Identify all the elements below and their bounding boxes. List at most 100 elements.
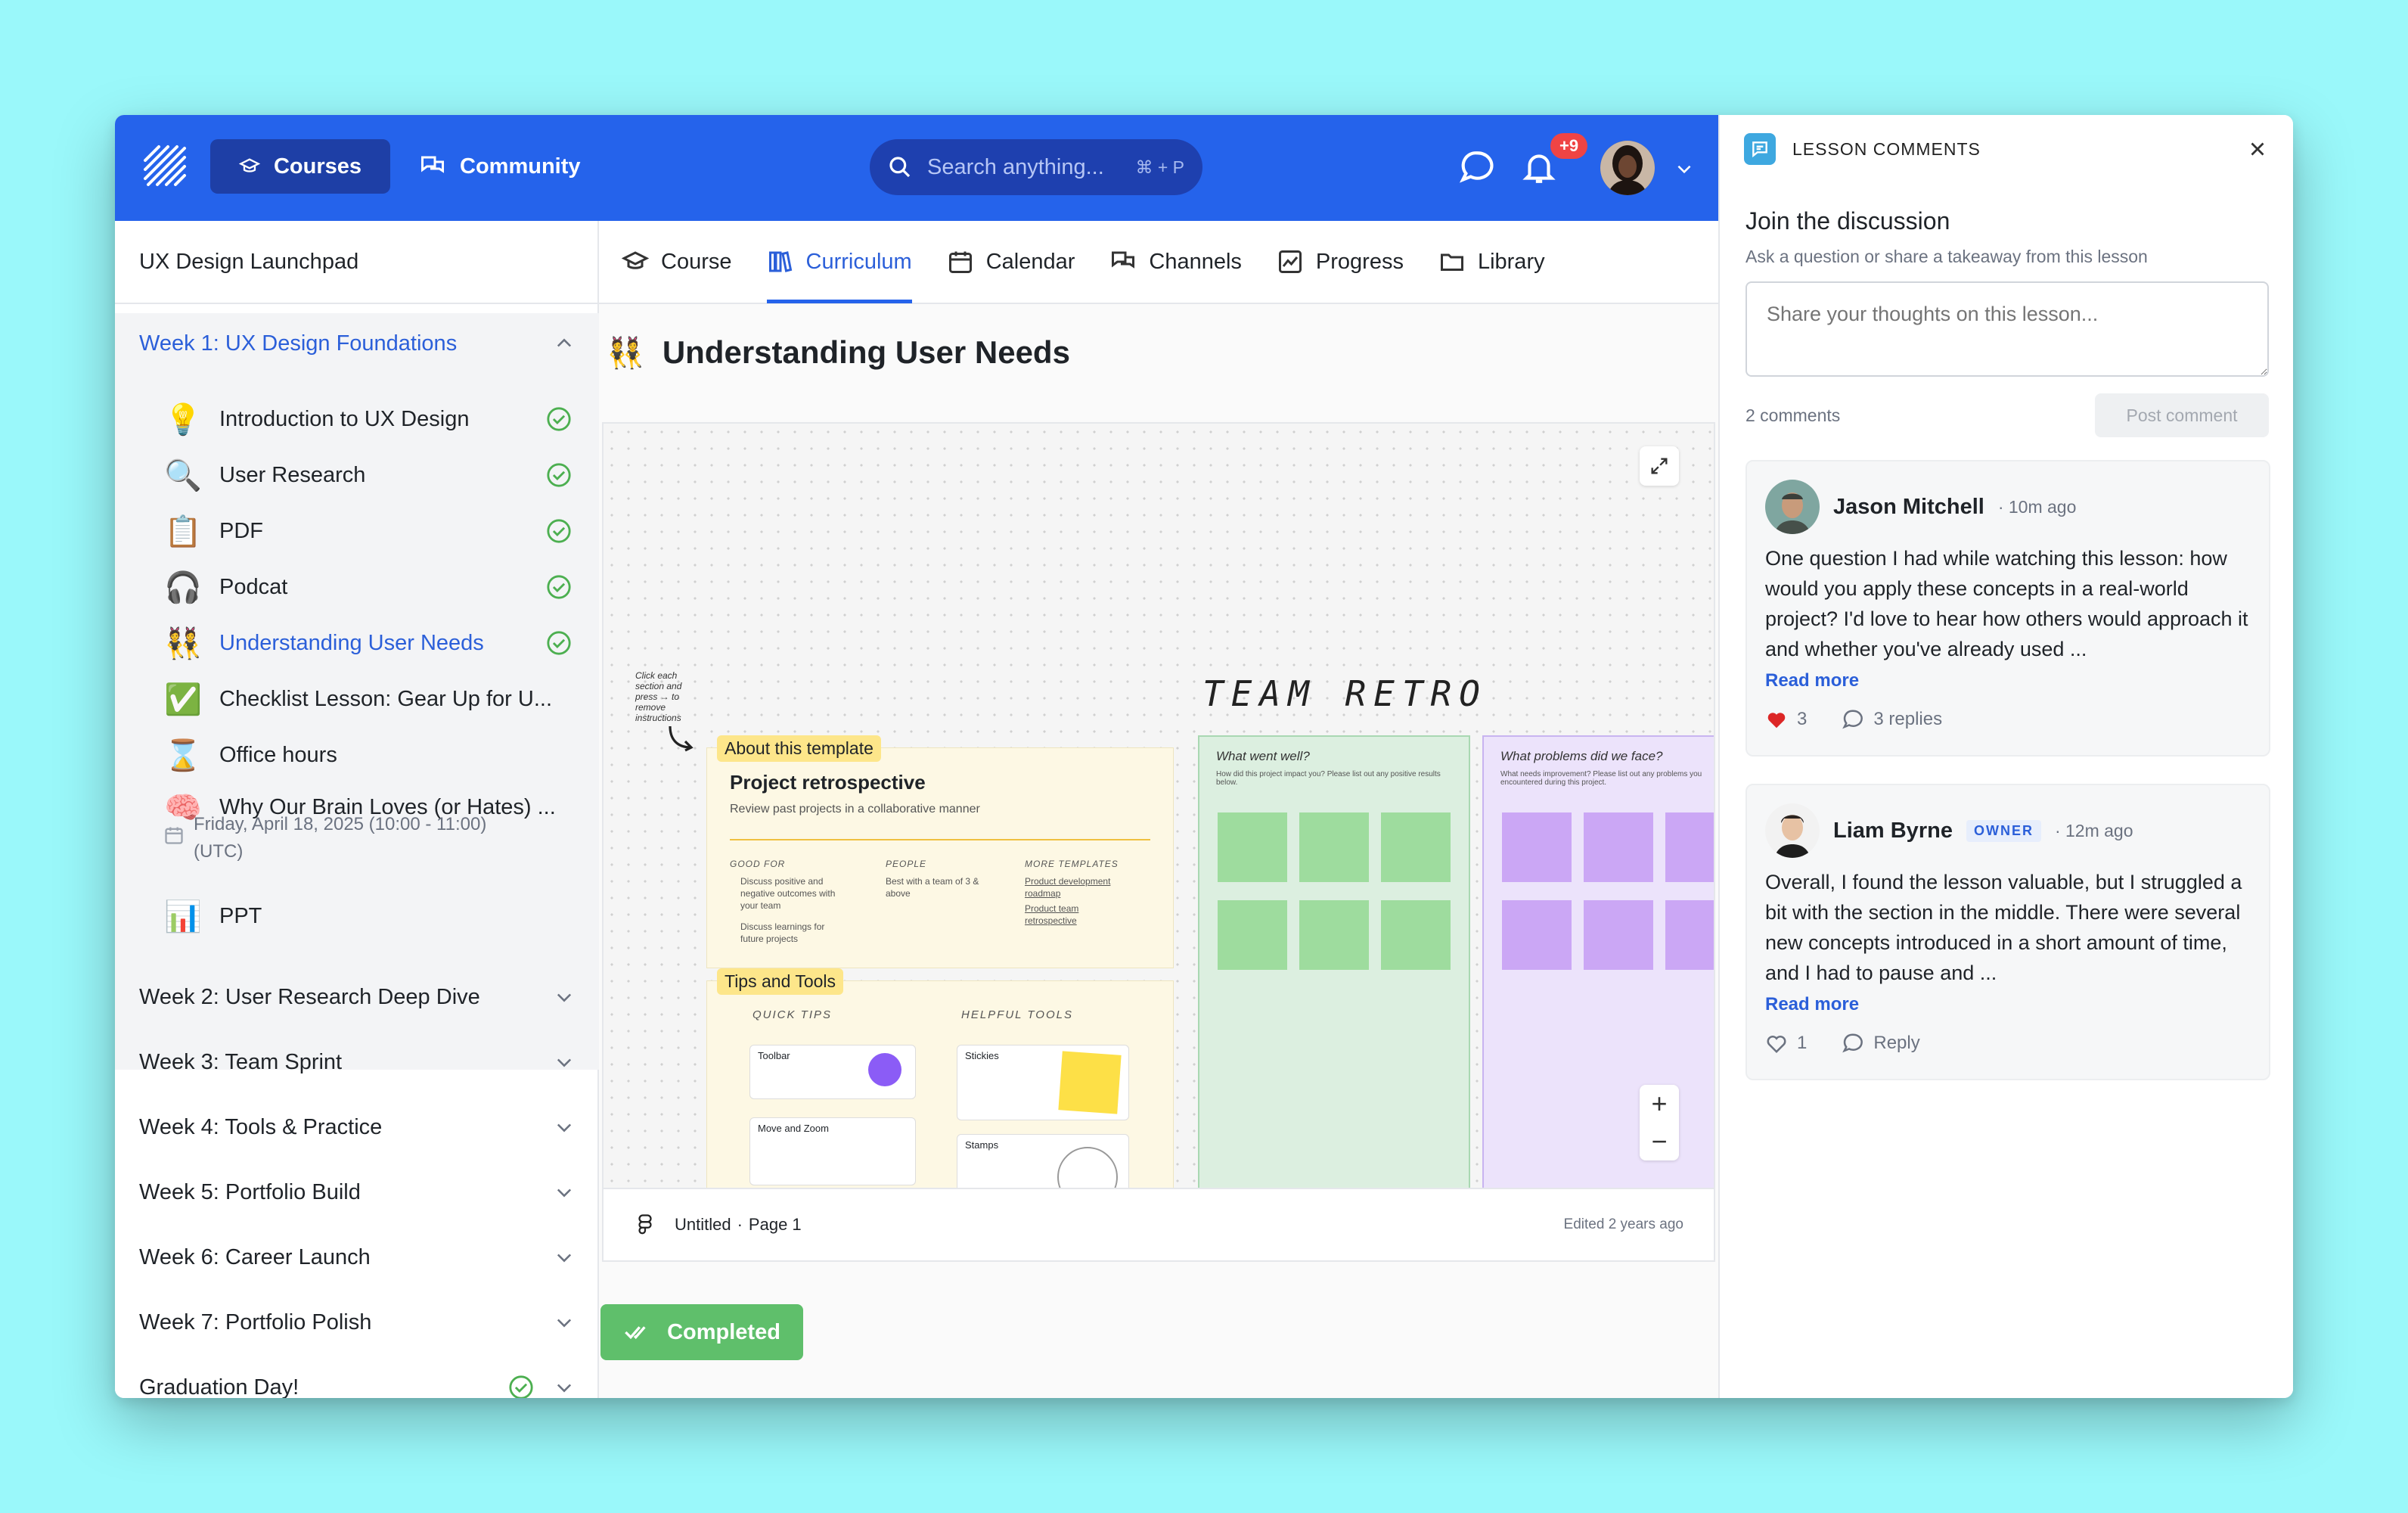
week-7-header[interactable]: Week 7: Portfolio Polish (115, 1292, 599, 1353)
figma-embed[interactable]: Click each section and press → to remove… (602, 422, 1715, 1188)
week-7-label: Week 7: Portfolio Polish (139, 1310, 372, 1334)
sticky-note[interactable] (1299, 900, 1369, 970)
sticky-note[interactable] (1665, 812, 1714, 882)
zoom-in-icon[interactable]: + (1651, 1088, 1667, 1120)
logo-icon[interactable] (142, 144, 188, 189)
like-button[interactable]: 3 (1765, 708, 1807, 731)
bell-icon[interactable] (1520, 148, 1558, 186)
search-placeholder: Search anything... (927, 154, 1104, 179)
lesson-item-ppt[interactable]: 📊 PPT (163, 888, 594, 944)
week-4-header[interactable]: Week 4: Tools & Practice (115, 1097, 599, 1157)
tab-course[interactable]: Course (622, 220, 732, 303)
like-button[interactable]: 1 (1765, 1032, 1807, 1055)
double-check-icon (625, 1326, 646, 1340)
board-title: TEAM RETRO (1202, 673, 1488, 714)
problems-column: What problems did we face? What needs im… (1482, 735, 1714, 1188)
tab-calendar[interactable]: Calendar (947, 220, 1075, 303)
sticky-note[interactable] (1584, 812, 1653, 882)
good-for-item: Discuss learnings for future projects (740, 921, 825, 944)
bar-chart-icon: 📊 (164, 899, 202, 934)
community-nav-button[interactable]: Community (402, 139, 607, 194)
graduation-header[interactable]: Graduation Day! (115, 1357, 599, 1398)
post-comment-button[interactable]: Post comment (2095, 393, 2269, 437)
template-card: Project retrospective Review past projec… (706, 747, 1174, 968)
sticky-note[interactable] (1584, 900, 1653, 970)
user-avatar[interactable] (1600, 141, 1655, 195)
tab-curriculum[interactable]: Curriculum (766, 220, 912, 303)
courses-nav-button[interactable]: Courses (210, 139, 390, 194)
week-6-header[interactable]: Week 6: Career Launch (115, 1227, 599, 1288)
avatar[interactable] (1765, 480, 1820, 534)
lightbulb-icon: 💡 (164, 402, 202, 437)
avatar[interactable] (1765, 803, 1820, 858)
lesson-item-pdf[interactable]: 📋 PDF (163, 503, 594, 559)
board-hint: Click each section and press → to remove… (635, 670, 682, 723)
more-template-link[interactable]: Product development roadmap (1025, 875, 1123, 899)
speech-bubble-icon (1842, 710, 1863, 729)
comment-input[interactable] (1745, 281, 2269, 377)
lesson-title: 👯 Understanding User Needs (607, 334, 1070, 371)
replies-button[interactable]: 3 replies (1842, 708, 1942, 731)
comment-count: 2 comments (1745, 405, 1841, 425)
zoom-out-icon[interactable]: − (1651, 1126, 1667, 1157)
lesson-item-user-research[interactable]: 🔍 User Research (163, 447, 594, 503)
chevron-down-icon[interactable] (1674, 159, 1694, 179)
week-6-label: Week 6: Career Launch (139, 1244, 371, 1269)
week-5-header[interactable]: Week 5: Portfolio Build (115, 1162, 599, 1223)
people-icon: 👯 (607, 336, 644, 370)
column-heading: What problems did we face? (1500, 749, 1663, 763)
tool-card-toolbar: Toolbar (749, 1045, 916, 1099)
course-title: UX Design Launchpad (115, 221, 597, 304)
week-1-header[interactable]: Week 1: UX Design Foundations (115, 313, 599, 374)
week-1-label: Week 1: UX Design Foundations (139, 331, 458, 356)
replies-label: 3 replies (1873, 709, 1943, 729)
owner-badge: OWNER (1966, 819, 2041, 842)
tab-progress[interactable]: Progress (1277, 220, 1404, 303)
lesson-label: Understanding User Needs (219, 630, 484, 655)
completed-button[interactable]: Completed (600, 1304, 803, 1360)
comment-icon (1744, 133, 1776, 165)
tab-library[interactable]: Library (1438, 220, 1545, 303)
sticky-note[interactable] (1218, 900, 1287, 970)
sticky-note[interactable] (1299, 812, 1369, 882)
lesson-label: Office hours (219, 742, 337, 767)
comment-author[interactable]: Jason Mitchell (1833, 495, 1984, 520)
lesson-item-office-hours[interactable]: ⌛ Office hours (163, 727, 594, 783)
graduation-cap-icon (239, 158, 260, 172)
like-count: 3 (1797, 709, 1808, 729)
lesson-item-podcat[interactable]: 🎧 Podcat (163, 559, 594, 615)
read-more-link[interactable]: Read more (1765, 670, 1859, 691)
week-3-label: Week 3: Team Sprint (139, 1049, 343, 1074)
week-2-header[interactable]: Week 2: User Research Deep Dive (115, 967, 599, 1027)
expand-button[interactable] (1640, 446, 1679, 486)
speech-bubble-icon (1842, 1033, 1863, 1053)
week-3-header[interactable]: Week 3: Team Sprint (115, 1032, 599, 1092)
sticky-note[interactable] (1381, 900, 1451, 970)
messages-icon[interactable] (1458, 148, 1496, 186)
people-head: PEOPLE (886, 859, 927, 869)
column-heading: What went well? (1216, 749, 1310, 763)
people-icon: 👯 (164, 626, 202, 660)
lesson-item-checklist[interactable]: ✅ Checklist Lesson: Gear Up for U... (163, 671, 594, 727)
sticky-note[interactable] (1502, 812, 1572, 882)
reply-button[interactable]: Reply (1842, 1032, 1920, 1055)
sticky-note[interactable] (1218, 812, 1287, 882)
lesson-item-introduction[interactable]: 💡 Introduction to UX Design (163, 391, 594, 447)
lesson-item-understanding-user-needs[interactable]: 👯 Understanding User Needs (163, 615, 594, 671)
read-more-link[interactable]: Read more (1765, 994, 1859, 1015)
search-input[interactable]: Search anything... ⌘ + P (870, 139, 1202, 195)
sticky-note[interactable] (1502, 900, 1572, 970)
lesson-label: Introduction to UX Design (219, 406, 470, 431)
comment-author[interactable]: Liam Byrne (1833, 819, 1953, 843)
template-subtitle: Review past projects in a collaborative … (730, 803, 980, 816)
comment-header: Jason Mitchell · 10m ago (1765, 480, 2076, 534)
close-icon[interactable] (2246, 138, 2269, 160)
more-template-link[interactable]: Product team retrospective (1025, 903, 1116, 927)
folder-icon (1440, 253, 1463, 271)
sticky-note[interactable] (1665, 900, 1714, 970)
sticky-note[interactable] (1381, 812, 1451, 882)
tab-channels[interactable]: Channels (1109, 220, 1242, 303)
chevron-down-icon (557, 1123, 572, 1132)
tool-card-stamps: Stamps (957, 1134, 1129, 1188)
tool-name: Move and Zoom (758, 1123, 829, 1134)
